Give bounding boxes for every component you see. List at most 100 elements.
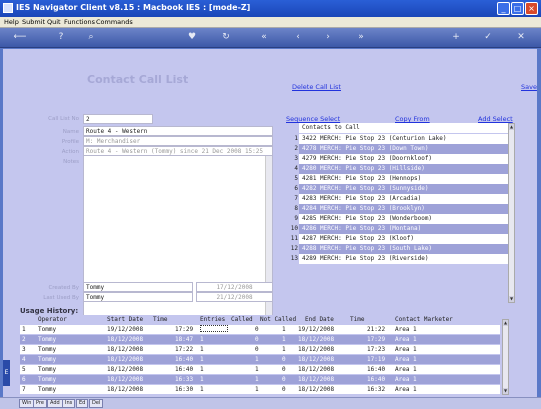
- maximize-button[interactable]: □: [511, 2, 524, 15]
- menu-functions[interactable]: Functions: [64, 18, 95, 26]
- contacts-scrollbar[interactable]: ▲ ▼: [508, 123, 515, 303]
- window-title: IES Navigator Client v8.15 : Macbook IES…: [16, 3, 251, 12]
- contact-row-text[interactable]: 3422 MERCH: Pie Stop 23 (Centurion Lake): [299, 134, 508, 144]
- contact-row-text[interactable]: 4281 MERCH: Pie Stop 23 (Hennops): [299, 174, 508, 184]
- usage-row[interactable]: 3 Tommy 18/12/2008 17:22 1 0 1 18/12/2008 17:23 A…: [20, 345, 500, 354]
- usage-row[interactable]: 2 Tommy 18/12/2008 18:47 1 0 1 18/12/2008 17:29 A…: [20, 335, 500, 344]
- contact-row-text[interactable]: 4280 MERCH: Pie Stop 23 (Hillside): [299, 164, 508, 174]
- help-icon[interactable]: ?: [55, 31, 67, 43]
- contact-row-text[interactable]: 4289 MERCH: Pie Stop 23 (Riverside): [299, 254, 508, 264]
- add-select-link[interactable]: Add Select: [478, 115, 513, 123]
- contact-row[interactable]: 10 4286 MERCH: Pie Stop 23 (Montana): [286, 224, 514, 234]
- notes-label: Notes: [63, 159, 79, 165]
- minimize-button[interactable]: _: [497, 2, 510, 15]
- contact-row[interactable]: 6 4282 MERCH: Pie Stop 23 (Sunnyside): [286, 184, 514, 194]
- contact-row[interactable]: 2 4278 MERCH: Pie Stop 23 (Down Town): [286, 144, 514, 154]
- last-used-label: Last Used By: [43, 295, 79, 301]
- contact-row[interactable]: 9 4285 MERCH: Pie Stop 23 (Wonderboom): [286, 214, 514, 224]
- contact-row[interactable]: 12 4288 MERCH: Pie Stop 23 (South Lake): [286, 244, 514, 254]
- usage-end-time: 16:40: [367, 376, 386, 383]
- usage-end-date: 18/12/2008: [298, 386, 335, 393]
- usage-start-date: 18/12/2008: [107, 386, 144, 393]
- usage-scrollbar[interactable]: ▲ ▼: [502, 319, 509, 395]
- contact-row-text[interactable]: 4284 MERCH: Pie Stop 23 (Brooklyn): [299, 204, 508, 214]
- save-link[interactable]: Save: [521, 83, 537, 91]
- col-entries: Entries: [200, 316, 226, 323]
- contact-row-text[interactable]: 4279 MERCH: Pie Stop 23 (Doornkloof): [299, 154, 508, 164]
- usage-scroll-down-icon[interactable]: ▼: [503, 388, 508, 394]
- add-button[interactable]: Add: [47, 399, 63, 408]
- add-icon[interactable]: +: [450, 31, 462, 43]
- action-label: Action: [61, 149, 79, 155]
- contact-row-text[interactable]: 4283 MERCH: Pie Stop 23 (Arcadia): [299, 194, 508, 204]
- favorite-icon[interactable]: ♥: [186, 31, 198, 43]
- sequence-select-link[interactable]: Sequence Select: [286, 115, 340, 123]
- contact-row[interactable]: 3 4279 MERCH: Pie Stop 23 (Doornkloof): [286, 154, 514, 164]
- usage-contact-marketer: Area 1: [395, 326, 417, 333]
- usage-entries[interactable]: [200, 325, 228, 332]
- next-icon[interactable]: ›: [322, 31, 334, 43]
- side-tab[interactable]: E: [3, 360, 10, 386]
- usage-called: 1: [255, 356, 259, 363]
- menu-commands[interactable]: Commands: [96, 18, 133, 26]
- contact-row-text[interactable]: 4288 MERCH: Pie Stop 23 (South Lake): [299, 244, 508, 254]
- usage-operator: Tommy: [38, 366, 57, 373]
- menu-submit[interactable]: Submit: [22, 18, 45, 26]
- contact-row[interactable]: 8 4284 MERCH: Pie Stop 23 (Brooklyn): [286, 204, 514, 214]
- pre-button[interactable]: Pre: [33, 399, 47, 408]
- created-date-field: 17/12/2008: [196, 282, 273, 292]
- scroll-down-icon[interactable]: ▼: [509, 296, 514, 302]
- usage-row[interactable]: 4 Tommy 18/12/2008 16:40 1 1 0 18/12/2008 17:19 A…: [20, 355, 500, 364]
- call-list-no-field[interactable]: 2: [83, 114, 153, 124]
- usage-called: 0: [255, 326, 259, 333]
- contact-row-text[interactable]: 4282 MERCH: Pie Stop 23 (Sunnyside): [299, 184, 508, 194]
- last-icon[interactable]: »: [355, 31, 367, 43]
- contact-row-text[interactable]: 4278 MERCH: Pie Stop 23 (Down Town): [299, 144, 508, 154]
- ed-button[interactable]: Ed: [76, 399, 89, 408]
- contact-row-number: 1: [294, 135, 298, 142]
- scroll-up-icon[interactable]: ▲: [509, 124, 514, 130]
- created-by-field: Tommy: [83, 282, 193, 292]
- contact-row[interactable]: 13 4289 MERCH: Pie Stop 23 (Riverside): [286, 254, 514, 264]
- contact-row[interactable]: 1 3422 MERCH: Pie Stop 23 (Centurion Lake…: [286, 134, 514, 144]
- delete-call-list-link[interactable]: Delete Call List: [292, 83, 341, 91]
- menu-help[interactable]: Help: [4, 18, 19, 26]
- copy-from-link[interactable]: Copy From: [395, 115, 430, 123]
- usage-row[interactable]: 5 Tommy 18/12/2008 16:40 1 1 0 18/12/2008 16:40 A…: [20, 365, 500, 374]
- usage-row[interactable]: 1 Tommy 19/12/2008 17:29 0 1 19/12/2008 21:22 Ar…: [20, 325, 500, 334]
- usage-row[interactable]: 7 Tommy 18/12/2008 16:30 1 1 0 18/12/2008 16:32 A…: [20, 385, 500, 394]
- confirm-icon[interactable]: ✓: [482, 31, 494, 43]
- menu-bar: Help Submit Quit Functions Commands: [0, 17, 541, 28]
- first-icon[interactable]: «: [258, 31, 270, 43]
- usage-entries: 1: [200, 346, 204, 353]
- contact-row[interactable]: 7 4283 MERCH: Pie Stop 23 (Arcadia): [286, 194, 514, 204]
- usage-row-number: 2: [22, 336, 26, 343]
- usage-start-date: 18/12/2008: [107, 376, 144, 383]
- usage-end-time: 21:22: [367, 326, 386, 333]
- contact-row-text[interactable]: 4287 MERCH: Pie Stop 23 (Kloof): [299, 234, 508, 244]
- contact-row-number: 5: [294, 175, 298, 182]
- contact-row-text[interactable]: 4286 MERCH: Pie Stop 23 (Montana): [299, 224, 508, 234]
- contact-row-number: 10: [290, 225, 298, 232]
- refresh-icon[interactable]: ↻: [220, 31, 232, 43]
- usage-row[interactable]: 6 Tommy 18/12/2008 16:33 1 1 0 18/12/2008 16:40 A…: [20, 375, 500, 384]
- menu-quit[interactable]: Quit: [47, 18, 61, 26]
- usage-scroll-up-icon[interactable]: ▲: [503, 320, 508, 326]
- del-button[interactable]: Del: [89, 399, 104, 408]
- contact-row-number: 6: [294, 185, 298, 192]
- contact-row[interactable]: 5 4281 MERCH: Pie Stop 23 (Hennops): [286, 174, 514, 184]
- name-field[interactable]: Route 4 - Western: [83, 126, 273, 136]
- contact-row[interactable]: 4 4280 MERCH: Pie Stop 23 (Hillside): [286, 164, 514, 174]
- back-arrow-icon[interactable]: ⟵: [8, 31, 32, 43]
- search-icon[interactable]: ⌕: [85, 31, 97, 43]
- previous-icon[interactable]: ‹: [292, 31, 304, 43]
- usage-end-time: 17:19: [367, 356, 386, 363]
- contact-row[interactable]: 11 4287 MERCH: Pie Stop 23 (Kloof): [286, 234, 514, 244]
- close-button[interactable]: ×: [525, 2, 538, 15]
- usage-contact-marketer: Area 1: [395, 336, 417, 343]
- col-not-called: Not Called: [260, 316, 297, 323]
- app-icon: [3, 3, 13, 13]
- cancel-icon[interactable]: ✕: [515, 31, 527, 43]
- contact-row-text[interactable]: 4285 MERCH: Pie Stop 23 (Wonderboom): [299, 214, 508, 224]
- ins-button[interactable]: Ins: [62, 399, 76, 408]
